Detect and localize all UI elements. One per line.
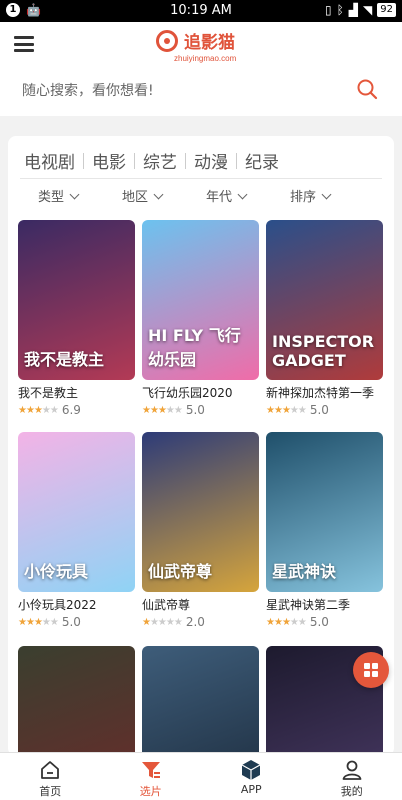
filter-label: 年代: [206, 190, 233, 205]
poster-image[interactable]: [18, 646, 135, 756]
card-rating: ★★★★★ 5.0: [266, 615, 383, 629]
category-tab-tv[interactable]: 电视剧: [20, 148, 79, 173]
star-rating-icon: ★★★★★: [18, 404, 59, 416]
category-tab-movie[interactable]: 电影: [88, 148, 130, 173]
filter-type[interactable]: 类型: [38, 186, 80, 205]
app-box-icon: [241, 760, 261, 780]
rating-value: 5.0: [309, 403, 329, 417]
media-card[interactable]: HI FLY 飞行幼乐园 飞行幼乐园2020 ★★★★★ 5.0: [142, 220, 259, 417]
logo-url: zhuiyingmao.com: [174, 54, 237, 63]
poster-image[interactable]: INSPECTOR GADGET: [266, 220, 383, 380]
poster-text: 我不是教主: [24, 350, 105, 369]
card-rating: ★★★★★ 2.0: [142, 615, 259, 629]
logo-name: 追影猫: [184, 33, 235, 53]
filter-year[interactable]: 年代: [206, 186, 248, 205]
poster-image[interactable]: [142, 646, 259, 756]
user-icon: [342, 760, 362, 780]
media-card[interactable]: 仙武帝尊 仙武帝尊 ★★★★★ 2.0: [142, 432, 259, 629]
rating-value: 6.9: [61, 403, 81, 417]
card-rating: ★★★★★ 6.9: [18, 403, 135, 417]
poster-text: INSPECTOR GADGET: [272, 332, 375, 370]
chevron-down-icon: [153, 189, 164, 199]
media-card[interactable]: 小伶玩具 小伶玩具2022 ★★★★★ 5.0: [18, 432, 135, 629]
card-title[interactable]: 星武神诀第二季: [266, 596, 383, 613]
media-card[interactable]: INSPECTOR GADGET 新神探加杰特第一季 ★★★★★ 5.0: [266, 220, 383, 417]
app-header: 追影猫 zhuiyingmao.com: [0, 22, 402, 70]
poster-image[interactable]: 小伶玩具: [18, 432, 135, 592]
battery-indicator: 92: [377, 3, 396, 17]
search-input[interactable]: 随心搜索，看你想看!: [22, 78, 342, 104]
card-title[interactable]: 飞行幼乐园2020: [142, 384, 259, 401]
bottom-tab-bar: 首页 选片 APP 我的: [0, 752, 402, 800]
home-icon: [41, 761, 60, 779]
poster-image[interactable]: HI FLY 飞行幼乐园: [142, 220, 259, 380]
media-card[interactable]: [18, 646, 135, 756]
rating-value: 2.0: [185, 615, 205, 629]
filter-label: 类型: [38, 190, 65, 205]
poster-image[interactable]: 仙武帝尊: [142, 432, 259, 592]
tab-filter[interactable]: 选片: [101, 753, 202, 800]
chevron-down-icon: [237, 189, 248, 199]
media-card[interactable]: [142, 646, 259, 756]
logo-mark-icon: [156, 30, 178, 52]
tab-profile[interactable]: 我的: [302, 753, 402, 800]
star-rating-icon: ★★★★★: [18, 616, 59, 628]
tab-label: 选片: [139, 785, 162, 798]
signal-icon: ▟: [348, 3, 359, 17]
tab-app[interactable]: APP: [201, 753, 302, 800]
filter-row: 类型 地区 年代 排序: [20, 186, 382, 210]
star-rating-icon: ★★★★★: [142, 404, 183, 416]
tab-label: APP: [240, 783, 262, 796]
category-tab-anime[interactable]: 动漫: [190, 148, 232, 173]
card-rating: ★★★★★ 5.0: [266, 403, 383, 417]
card-title[interactable]: 新神探加杰特第一季: [266, 384, 383, 401]
filter-label: 排序: [290, 190, 317, 205]
card-title[interactable]: 小伶玩具2022: [18, 596, 135, 613]
category-tab-documentary[interactable]: 纪录: [241, 148, 283, 173]
star-rating-icon: ★★★★★: [266, 616, 307, 628]
poster-text: 仙武帝尊: [148, 562, 213, 581]
rating-value: 5.0: [185, 403, 205, 417]
wifi-icon: ◥: [363, 3, 373, 17]
tab-label: 首页: [39, 785, 62, 798]
tab-home[interactable]: 首页: [0, 753, 101, 800]
poster-image[interactable]: 星武神诀: [266, 432, 383, 592]
category-tab-variety[interactable]: 综艺: [139, 148, 181, 173]
card-title[interactable]: 我不是教主: [18, 384, 135, 401]
rating-value: 5.0: [61, 615, 81, 629]
search-icon[interactable]: [356, 78, 378, 100]
vibrate-icon: ▯: [324, 3, 332, 17]
filter-label: 地区: [122, 190, 149, 205]
status-bar: 1 🤖 10:19 AM ▯ ᛒ ▟ ◥ 92: [0, 0, 402, 22]
divider: [20, 178, 382, 179]
app-logo[interactable]: 追影猫 zhuiyingmao.com: [156, 28, 252, 64]
poster-image[interactable]: 我不是教主: [18, 220, 135, 380]
menu-icon[interactable]: [14, 36, 34, 52]
tab-label: 我的: [340, 785, 363, 798]
search-bar: 随心搜索，看你想看!: [0, 70, 402, 116]
media-card[interactable]: 我不是教主 我不是教主 ★★★★★ 6.9: [18, 220, 135, 417]
filter-icon: [141, 762, 160, 778]
poster-text: HI FLY 飞行幼乐园: [148, 326, 241, 369]
rating-value: 5.0: [309, 615, 329, 629]
content-panel: 电视剧 电影 综艺 动漫 纪录 类型 地区 年代 排序 我不是教主 我不是教主 …: [8, 136, 394, 756]
poster-text: 星武神诀: [272, 562, 337, 581]
star-rating-icon: ★★★★★: [266, 404, 307, 416]
media-card[interactable]: 星武神诀 星武神诀第二季 ★★★★★ 5.0: [266, 432, 383, 629]
poster-text: 小伶玩具: [24, 562, 89, 581]
filter-sort[interactable]: 排序: [290, 186, 332, 205]
chevron-down-icon: [321, 189, 332, 199]
floating-grid-button[interactable]: [353, 652, 389, 688]
bluetooth-icon: ᛒ: [336, 3, 344, 17]
category-tabs: 电视剧 电影 综艺 动漫 纪录: [20, 148, 283, 173]
chevron-down-icon: [69, 189, 80, 199]
star-rating-icon: ★★★★★: [142, 616, 183, 628]
card-rating: ★★★★★ 5.0: [18, 615, 135, 629]
card-title[interactable]: 仙武帝尊: [142, 596, 259, 613]
card-rating: ★★★★★ 5.0: [142, 403, 259, 417]
filter-region[interactable]: 地区: [122, 186, 164, 205]
